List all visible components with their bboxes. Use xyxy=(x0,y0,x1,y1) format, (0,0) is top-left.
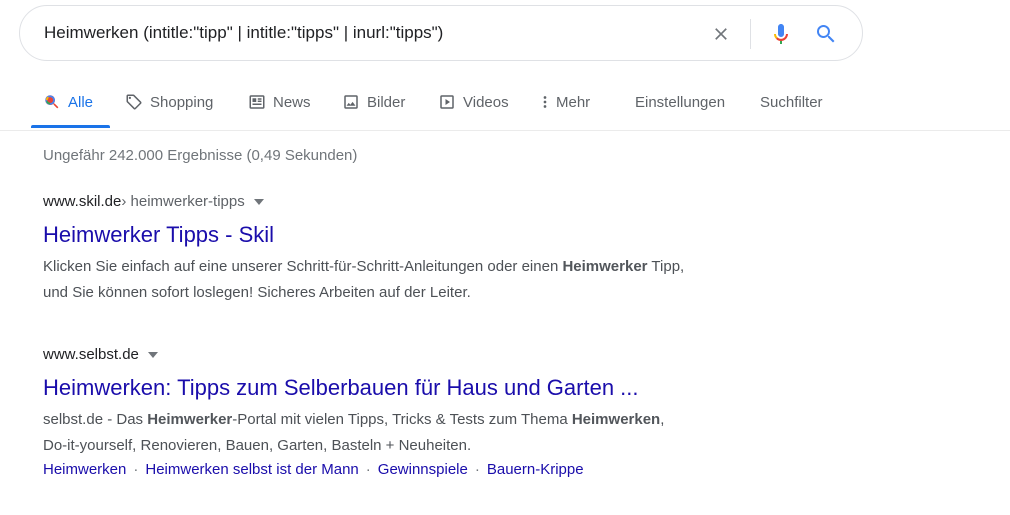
tab-label: Shopping xyxy=(150,93,214,111)
result-stats: Ungefähr 242.000 Ergebnisse (0,49 Sekund… xyxy=(43,147,358,164)
tab-alle[interactable]: Alle xyxy=(43,78,93,126)
tab-mehr[interactable]: Mehr xyxy=(540,78,590,126)
snippet-text: Tipp, xyxy=(647,258,685,275)
tab-label: News xyxy=(273,93,311,111)
sitelink-heimwerken-selbst[interactable]: Heimwerken selbst ist der Mann xyxy=(145,461,358,478)
sitelinks: Heimwerken · Heimwerken selbst ist der Man… xyxy=(43,461,803,478)
snippet-line: selbst.de - Das Heimwerker-Portal mit vi… xyxy=(43,407,803,433)
voice-search-button[interactable] xyxy=(766,18,796,50)
search-box[interactable]: Heimwerken (intitle:"tipp" | intitle:"ti… xyxy=(19,5,863,61)
tag-icon xyxy=(125,93,143,111)
chevron-down-icon[interactable] xyxy=(147,351,158,358)
search-icon xyxy=(817,25,835,43)
snippet-line: und Sie können sofort loslegen! Sicheres… xyxy=(43,284,471,301)
sitelink-separator: · xyxy=(474,461,480,478)
snippet-highlight: Heimwerker xyxy=(562,258,648,275)
tab-label: Einstellungen xyxy=(635,93,726,111)
search-input[interactable]: Heimwerken (intitle:"tipp" | intitle:"ti… xyxy=(44,6,443,60)
clear-search-button[interactable] xyxy=(706,19,736,49)
play-icon xyxy=(438,93,456,111)
tab-news[interactable]: News xyxy=(248,78,311,126)
sitelink-bauern-krippe[interactable]: Bauern-Krippe xyxy=(487,461,584,478)
close-icon xyxy=(715,28,727,40)
tab-label: Alle xyxy=(68,93,94,111)
result-domain: www.skil.de xyxy=(43,193,122,210)
tab-videos[interactable]: Videos xyxy=(438,78,509,126)
result-url[interactable]: www.selbst.de xyxy=(43,346,803,363)
result-snippet: Klicken Sie einfach auf eine unserer Sch… xyxy=(43,254,803,306)
more-vert-icon xyxy=(540,93,550,111)
search-result: www.skil.de › heimwerker-tipps Heimwerke… xyxy=(43,193,803,306)
result-domain: www.selbst.de xyxy=(43,346,139,363)
chevron-down-icon[interactable] xyxy=(253,198,264,205)
snippet-line: Klicken Sie einfach auf eine unserer Sch… xyxy=(43,254,803,280)
search-button[interactable] xyxy=(810,18,842,50)
tab-label: Suchfilter xyxy=(760,93,823,111)
result-url[interactable]: www.skil.de › heimwerker-tipps xyxy=(43,193,803,210)
search-tabs: Alle Shopping News Bilder Videos Mehr Ei… xyxy=(0,78,1010,130)
search-result: www.selbst.de Heimwerken: Tipps zum Selb… xyxy=(43,346,803,478)
sitelink-gewinnspiele[interactable]: Gewinnspiele xyxy=(378,461,468,478)
sitelink-separator: · xyxy=(365,461,371,478)
snippet-text: selbst.de - Das xyxy=(43,411,148,428)
active-tab-indicator xyxy=(31,125,110,128)
tab-label: Mehr xyxy=(556,93,591,111)
sitelink-heimwerken[interactable]: Heimwerken xyxy=(43,461,126,478)
result-path: › heimwerker-tipps xyxy=(121,193,245,210)
microphone-icon xyxy=(774,24,788,44)
snippet-text: , xyxy=(660,411,665,428)
snippet-highlight: Heimwerken xyxy=(571,411,661,428)
result-title-link[interactable]: Heimwerker Tipps - Skil xyxy=(43,222,803,248)
image-icon xyxy=(342,93,360,111)
search-divider xyxy=(750,19,751,49)
result-title-link[interactable]: Heimwerken: Tipps zum Selberbauen für Ha… xyxy=(43,375,803,401)
tab-bilder[interactable]: Bilder xyxy=(342,78,405,126)
search-icon xyxy=(43,93,61,111)
tab-label: Bilder xyxy=(367,93,406,111)
tab-shopping[interactable]: Shopping xyxy=(125,78,213,126)
snippet-highlight: Heimwerker xyxy=(147,411,233,428)
snippet-text: Klicken Sie einfach auf eine unserer Sch… xyxy=(43,258,563,275)
news-icon xyxy=(248,93,266,111)
tab-label: Videos xyxy=(463,93,509,111)
sitelink-separator: · xyxy=(133,461,139,478)
tab-einstellungen[interactable]: Einstellungen xyxy=(635,78,725,126)
snippet-line: Do-it-yourself, Renovieren, Bauen, Garte… xyxy=(43,437,472,454)
tabs-divider xyxy=(0,130,1010,131)
tab-suchfilter[interactable]: Suchfilter xyxy=(760,78,823,126)
result-snippet: selbst.de - Das Heimwerker-Portal mit vi… xyxy=(43,407,803,459)
snippet-text: -Portal mit vielen Tipps, Tricks & Tests… xyxy=(232,411,572,428)
